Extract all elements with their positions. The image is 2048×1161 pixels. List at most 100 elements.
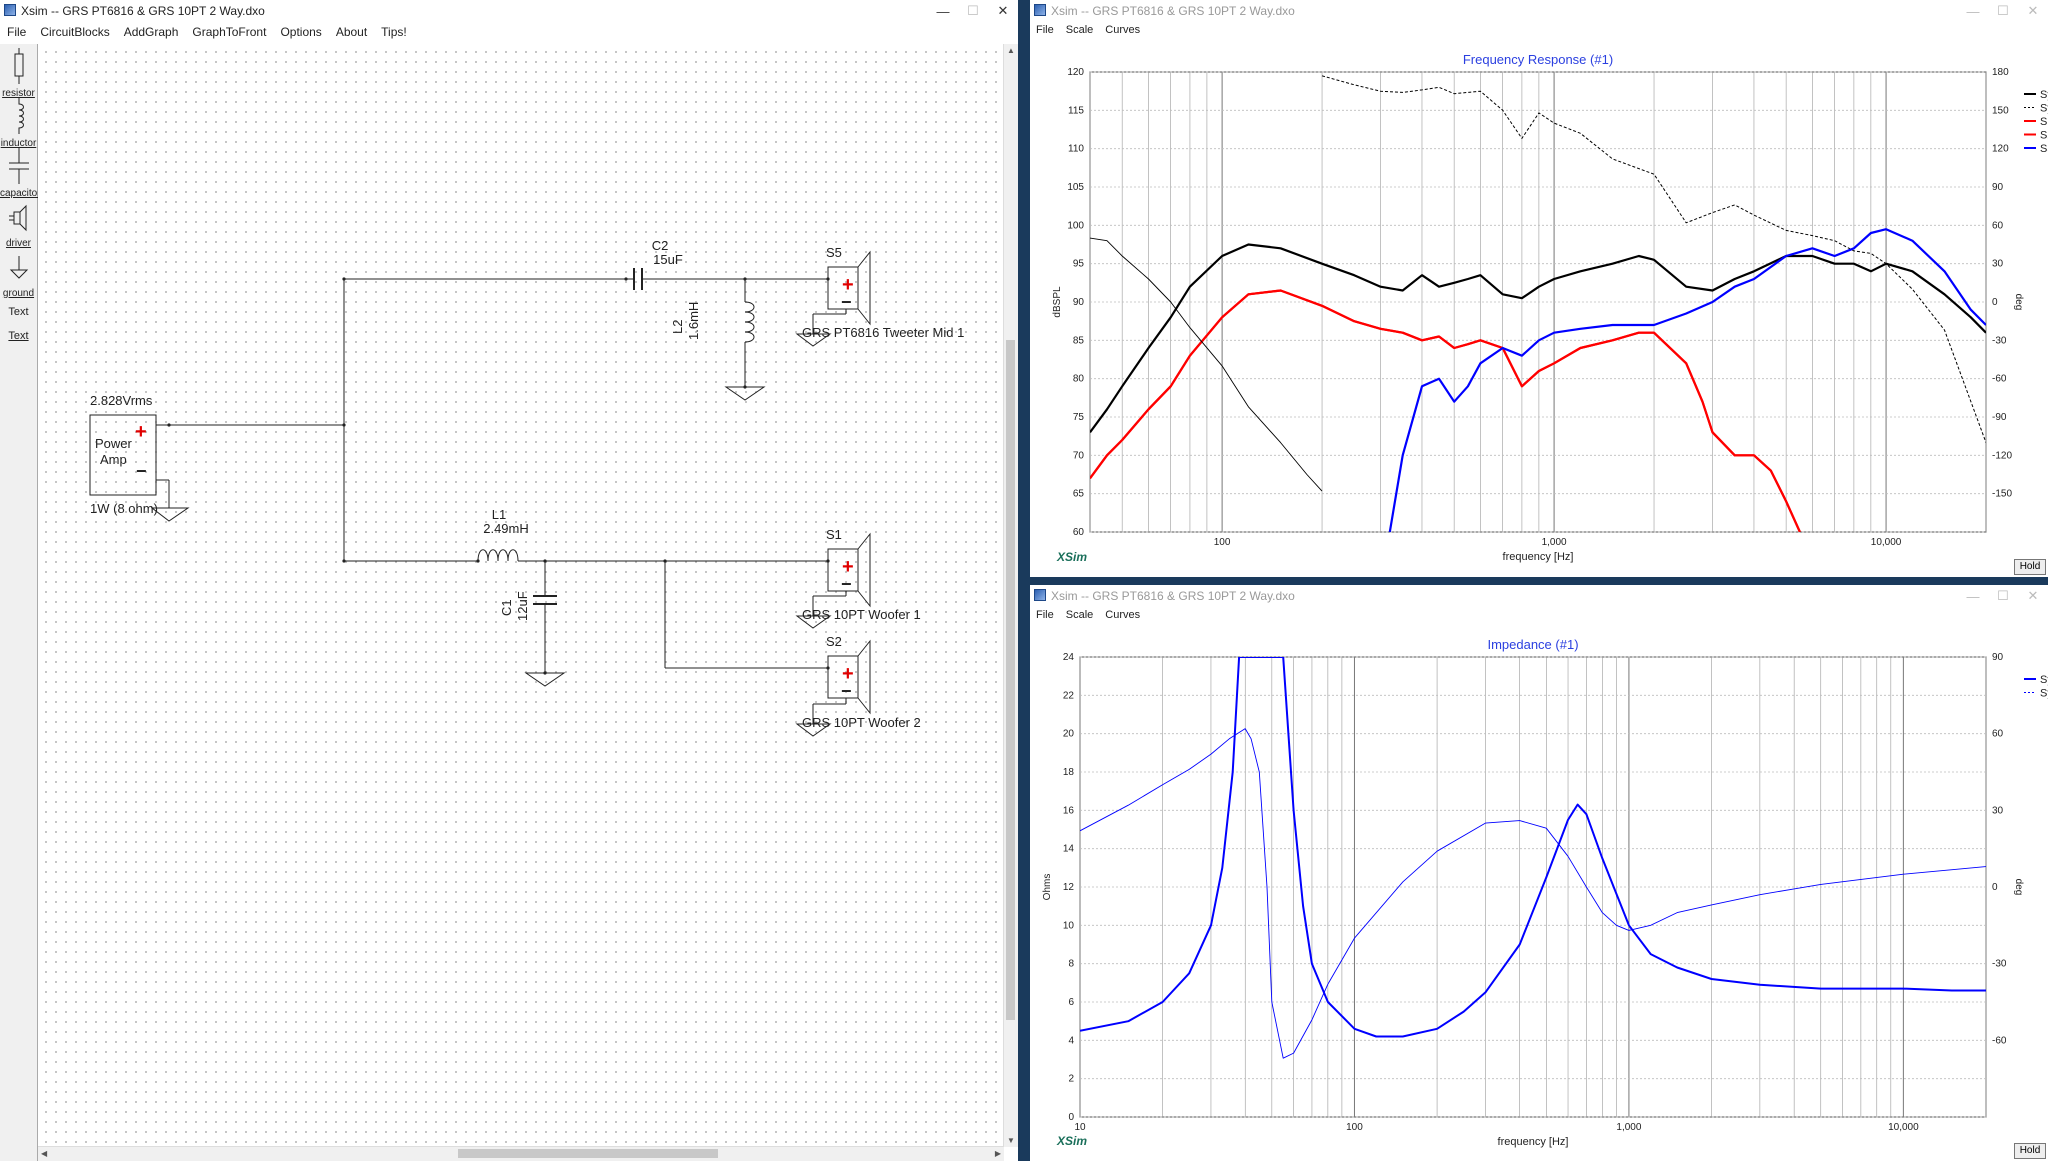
menu-circuitblocks[interactable]: CircuitBlocks	[33, 22, 116, 42]
y2-tick-label: 0	[1992, 297, 1998, 308]
xsim-brand-label: XSim	[1057, 550, 1088, 564]
amp-plus-sign: +	[135, 421, 147, 443]
menu-scale[interactable]: Scale	[1060, 22, 1100, 40]
maximize-icon[interactable]: ☐	[1988, 585, 2018, 607]
resistor-icon	[14, 48, 23, 84]
s1-name: GRS 10PT Woofer 1	[802, 607, 921, 622]
circuit-diagram: 2.828Vrms Power Amp 1W (8 ohm) C2 15uF L…	[89, 238, 964, 737]
menu-file[interactable]: File	[1030, 607, 1060, 625]
vertical-scrollbar[interactable]: ▲ ▼	[1003, 44, 1018, 1147]
close-icon[interactable]: ✕	[988, 0, 1018, 22]
y2-tick-label: 180	[1992, 67, 2009, 78]
menu-file[interactable]: File	[1030, 22, 1060, 40]
palette-text-1[interactable]: Text	[0, 306, 37, 318]
menu-options[interactable]: Options	[273, 22, 328, 42]
impedance-window: Xsim -- GRS PT6816 & GRS 10PT 2 Way.dxo …	[1030, 585, 2048, 1161]
schematic-canvas[interactable]: 2.828Vrms Power Amp 1W (8 ohm) C2 15uF L…	[38, 44, 1004, 1147]
xsim-app-icon	[4, 4, 16, 16]
hold-button[interactable]: Hold	[2014, 1143, 2046, 1159]
vertical-scroll-thumb[interactable]	[1006, 340, 1015, 1020]
schematic-window: Xsim -- GRS PT6816 & GRS 10PT 2 Way.dxo …	[0, 0, 1018, 1161]
menu-graphtofront[interactable]: GraphToFront	[185, 22, 273, 42]
menu-addgraph[interactable]: AddGraph	[117, 22, 186, 42]
maximize-icon[interactable]: ☐	[1988, 0, 2018, 22]
x-tick-label: 1,000	[1616, 1122, 1641, 1133]
frequency-response-chart: 60 65 70 75 80 85 90 95 100 105 110 115 120 -150 -120 -…	[1052, 52, 2048, 563]
palette-inductor[interactable]: inductor	[0, 98, 37, 149]
hold-button[interactable]: Hold	[2014, 559, 2046, 575]
s5-name: GRS PT6816 Tweeter Mid 1	[802, 325, 964, 340]
menu-file[interactable]: File	[0, 22, 33, 42]
frequency-response-window: Xsim -- GRS PT6816 & GRS 10PT 2 Way.dxo …	[1030, 0, 2048, 577]
palette-text-2[interactable]: Text	[0, 330, 37, 342]
y-tick-label: 95	[1073, 259, 1085, 270]
legend-label: S5	[2040, 143, 2048, 155]
amp-voltage-label: 2.828Vrms	[90, 393, 153, 408]
amp-power-label: 1W (8 ohm)	[90, 501, 158, 516]
minimize-icon[interactable]: —	[928, 0, 958, 22]
xsim-brand-label: XSim	[1057, 1134, 1088, 1148]
close-icon[interactable]: ✕	[2018, 0, 2048, 22]
y-tick-label: 24	[1063, 652, 1075, 663]
impedance-chart: 024681012141618202224-60-30030609010 100 1…	[1042, 637, 2048, 1148]
y2-tick-label: -90	[1992, 412, 2007, 423]
xsim-app-icon	[1034, 4, 1046, 16]
y-tick-label: 60	[1073, 527, 1085, 538]
menu-scale[interactable]: Scale	[1060, 607, 1100, 625]
y-axis-label: Ohms	[1042, 874, 1053, 901]
scroll-right-icon[interactable]: ▶	[995, 1149, 1001, 1158]
y2-tick-label: -60	[1992, 1035, 2007, 1046]
palette-capacitor[interactable]: capacitor	[0, 148, 41, 199]
menu-curves[interactable]: Curves	[1099, 22, 1146, 40]
palette-resistor[interactable]: resistor	[0, 48, 37, 99]
freq-menubar: File Scale Curves	[1030, 22, 1146, 40]
y2-tick-label: 90	[1992, 182, 2004, 193]
xsim-app-icon	[1034, 589, 1046, 601]
window-title: Xsim -- GRS PT6816 & GRS 10PT 2 Way.dxo	[1051, 589, 1295, 603]
legend-label: Sys	[2040, 89, 2048, 101]
imp-titlebar[interactable]: Xsim -- GRS PT6816 & GRS 10PT 2 Way.dxo …	[1030, 585, 2048, 607]
y-tick-label: 90	[1073, 297, 1085, 308]
amp-name-line1: Power	[95, 436, 133, 451]
schematic-titlebar[interactable]: Xsim -- GRS PT6816 & GRS 10PT 2 Way.dxo …	[0, 0, 1018, 22]
amp-name-line2: Amp	[100, 452, 127, 467]
x-tick-label: 10	[1074, 1122, 1086, 1133]
horizontal-scroll-thumb[interactable]	[458, 1149, 718, 1158]
x-tick-label: 100	[1214, 537, 1231, 548]
freq-titlebar[interactable]: Xsim -- GRS PT6816 & GRS 10PT 2 Way.dxo …	[1030, 0, 2048, 22]
palette-driver[interactable]: driver	[0, 198, 37, 249]
c1-ref: C1	[499, 599, 514, 616]
y2-tick-label: 120	[1992, 144, 2009, 155]
horizontal-scrollbar[interactable]: ◀ ▶	[38, 1146, 1004, 1161]
y2-axis-label: deg	[2013, 879, 2024, 896]
y2-tick-label: 30	[1992, 259, 2004, 270]
y-tick-label: 16	[1063, 805, 1075, 816]
y-tick-label: 20	[1063, 729, 1075, 740]
c2-ref: C2	[652, 238, 669, 253]
y2-tick-label: 0	[1992, 882, 1998, 893]
x-axis-label: frequency [Hz]	[1498, 1136, 1569, 1148]
minimize-icon[interactable]: —	[1958, 0, 1988, 22]
inductor-l2	[744, 301, 755, 343]
c1-value: 12uF	[515, 591, 530, 621]
scroll-down-icon[interactable]: ▼	[1007, 1136, 1015, 1145]
menu-tips[interactable]: Tips!	[374, 22, 414, 42]
y-tick-label: 70	[1073, 450, 1085, 461]
l1-value: 2.49mH	[483, 521, 529, 536]
minimize-icon[interactable]: —	[1958, 585, 1988, 607]
menu-about[interactable]: About	[329, 22, 374, 42]
y-tick-label: 10	[1063, 920, 1075, 931]
x-axis-label: frequency [Hz]	[1503, 551, 1574, 563]
window-title: Xsim -- GRS PT6816 & GRS 10PT 2 Way.dxo	[1051, 4, 1295, 18]
y-tick-label: 22	[1063, 690, 1075, 701]
s5-minus-sign: −	[841, 292, 852, 312]
window-title: Xsim -- GRS PT6816 & GRS 10PT 2 Way.dxo	[21, 4, 265, 18]
chart-title: Impedance (#1)	[1487, 637, 1578, 652]
close-icon[interactable]: ✕	[2018, 585, 2048, 607]
s1-ref: S1	[826, 527, 842, 542]
menu-curves[interactable]: Curves	[1099, 607, 1146, 625]
maximize-icon[interactable]: ☐	[958, 0, 988, 22]
palette-ground[interactable]: ground	[0, 248, 37, 299]
scroll-left-icon[interactable]: ◀	[41, 1149, 47, 1158]
scroll-up-icon[interactable]: ▲	[1007, 46, 1015, 55]
